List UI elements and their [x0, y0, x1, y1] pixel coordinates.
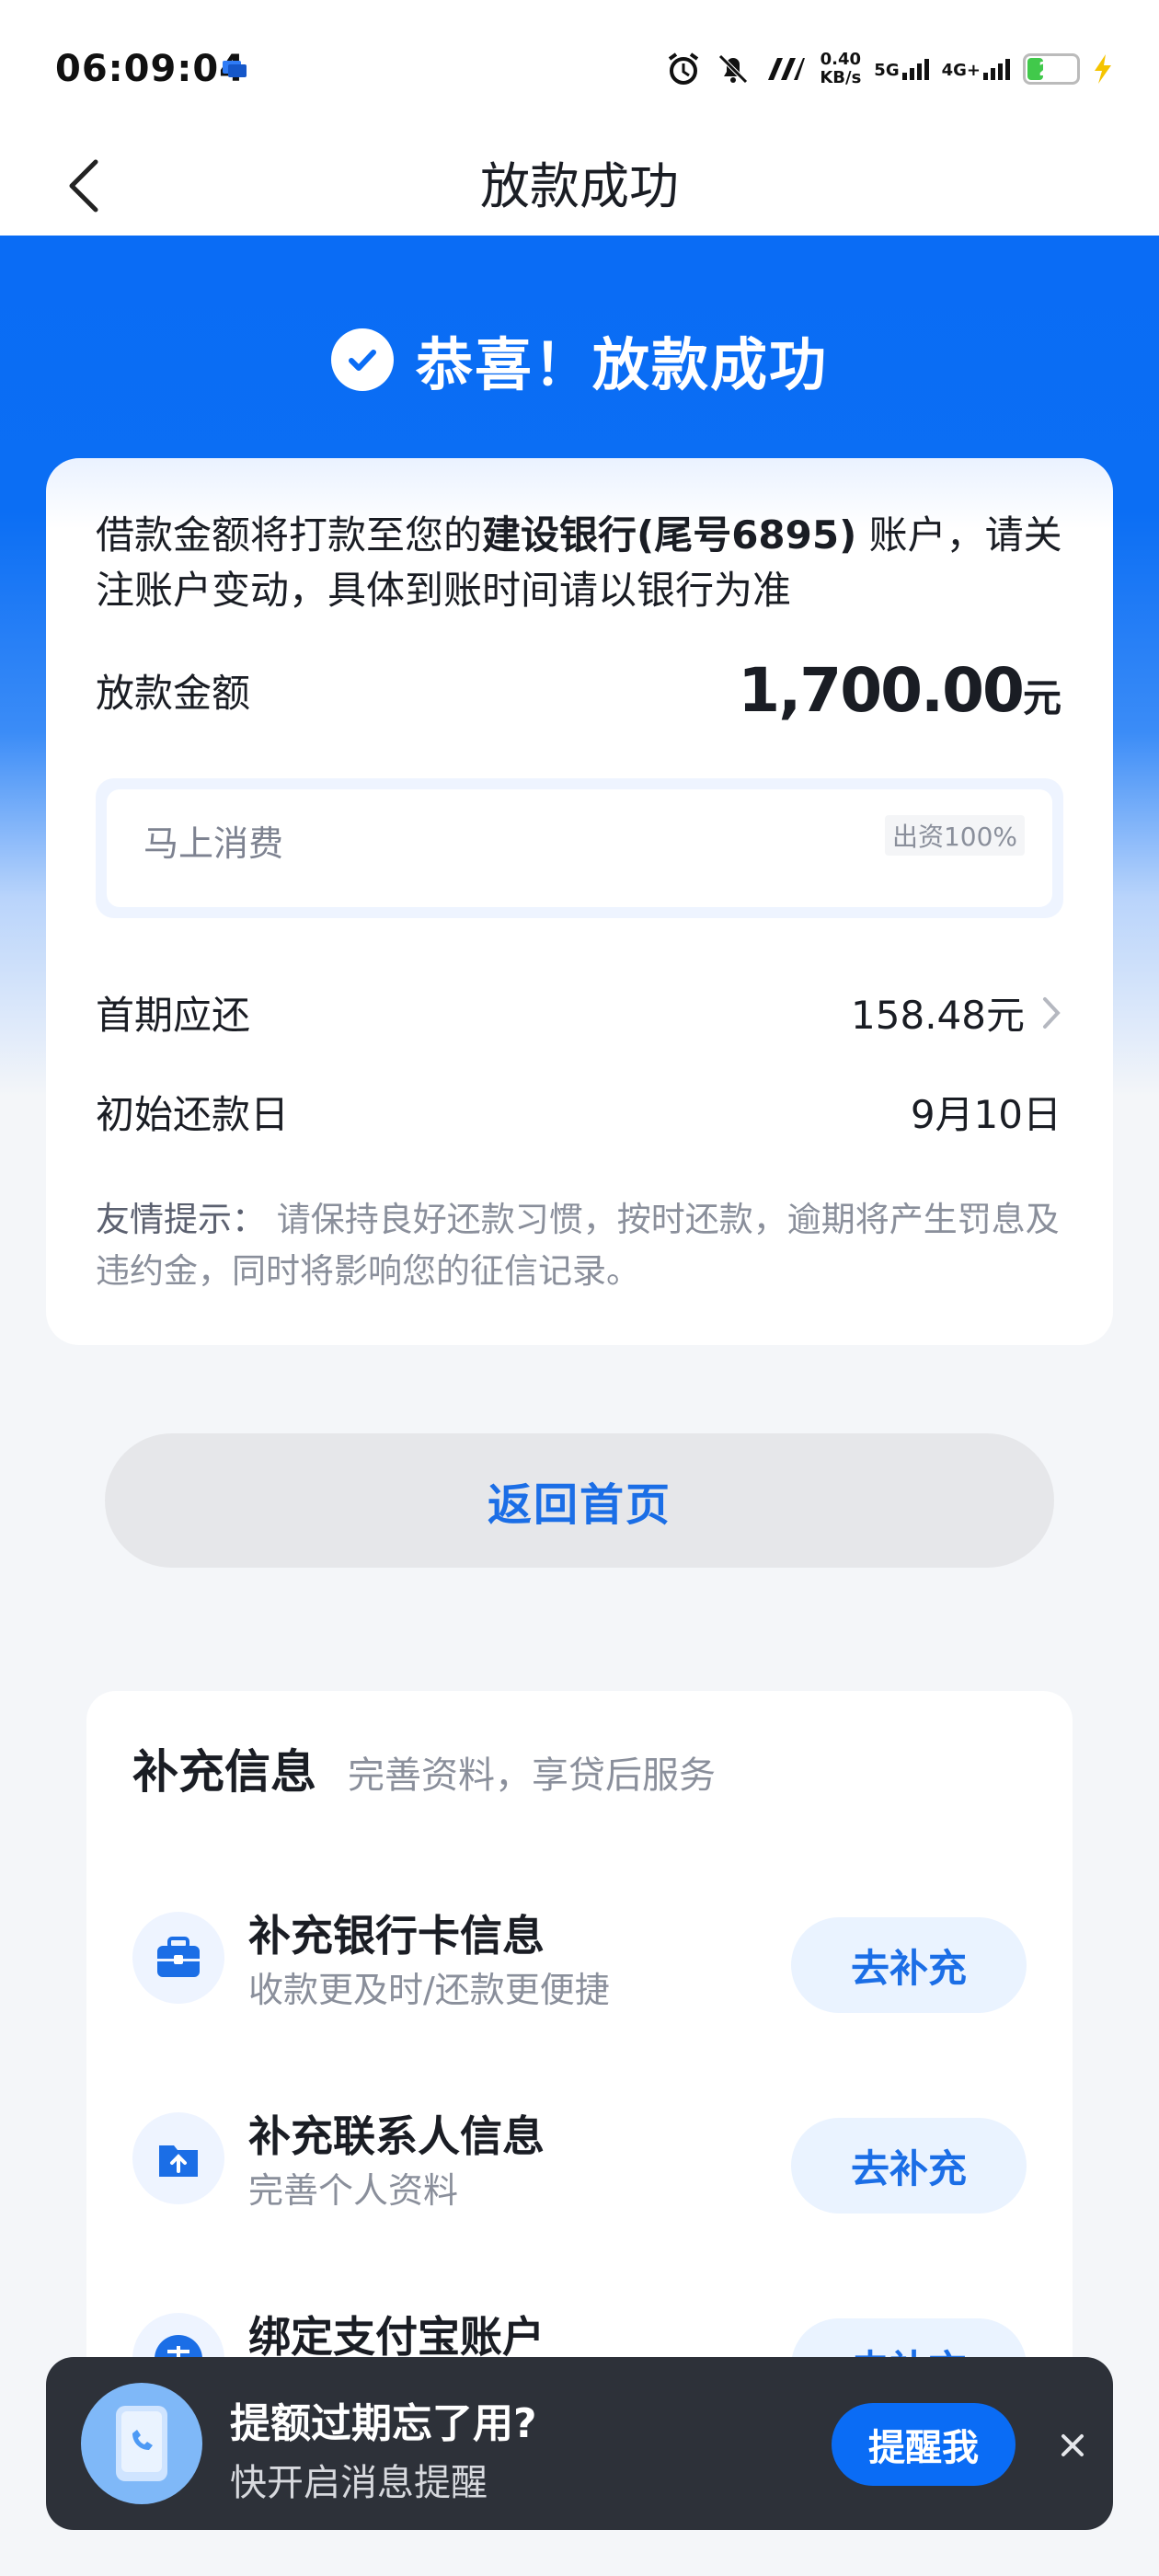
close-icon	[1061, 2434, 1084, 2456]
first-payment-value: 158.48元	[851, 993, 1025, 1038]
supplement-bank-card-button[interactable]: 去补充	[791, 1917, 1027, 2013]
notice-prefix: 借款金额将打款至您的	[96, 512, 483, 558]
notice-bank: 建设银行(尾号6895)	[482, 512, 857, 558]
item-title: 补充联系人信息	[248, 2111, 545, 2161]
friendly-tip: 友情提示： 请保持良好还款习惯，按时还款，逾期将产生罚息及违约金，同时将影响您的…	[96, 1194, 1089, 1297]
funding-badge: 出资100%	[884, 815, 1025, 856]
signal-bars-icon	[901, 58, 929, 80]
supplement-item-contacts: 补充联系人信息 完善个人资料 去补充	[132, 2096, 1027, 2225]
disbursement-notice: 借款金额将打款至您的建设银行(尾号6895) 账户，请关注账户变动，具体到账时间…	[96, 508, 1089, 618]
status-bar: 06:09:04 0.40 KB/s 5G 4G+ 27	[0, 0, 1159, 129]
charging-icon	[1095, 54, 1111, 84]
carrier-logo-icon	[768, 58, 806, 80]
signal-4g-label: 4G+	[941, 60, 981, 80]
item-subtitle: 收款更及时/还款更便捷	[248, 1970, 610, 2010]
page-title: 放款成功	[480, 157, 679, 215]
first-payment-row[interactable]: 首期应还 158.48元	[96, 984, 1061, 1041]
item-title: 补充银行卡信息	[248, 1911, 545, 1961]
success-title: 恭喜！放款成功	[415, 331, 828, 398]
toast-title: 提额过期忘了用?	[230, 2400, 537, 2447]
net-speed: 0.40 KB/s	[820, 51, 861, 87]
tip-label: 友情提示：	[96, 1200, 266, 1239]
message-notification-icon	[223, 61, 247, 77]
amount-unit: 元	[1022, 675, 1061, 720]
supplement-header: 补充信息 完善资料，享贷后服务	[132, 1735, 716, 1801]
battery-icon: 27	[1023, 53, 1080, 85]
reminder-toast: 提额过期忘了用? 快开启消息提醒 提醒我	[46, 2357, 1113, 2530]
first-payment-label: 首期应还	[96, 993, 251, 1038]
item-subtitle: 完善个人资料	[248, 2170, 459, 2211]
success-heading: 恭喜！放款成功	[0, 318, 1159, 401]
return-home-button[interactable]: 返回首页	[105, 1433, 1054, 1568]
lender-name: 马上消费	[143, 823, 284, 864]
first-due-date-row: 初始还款日 9月10日	[96, 1084, 1061, 1140]
check-circle-icon	[330, 328, 394, 391]
item-title: 绑定支付宝账户	[248, 2312, 545, 2362]
alarm-icon	[669, 52, 699, 85]
chevron-right-icon	[1043, 996, 1061, 1029]
supplement-subtitle: 完善资料，享贷后服务	[348, 1754, 716, 1797]
net-speed-value: 0.40	[820, 50, 862, 69]
upload-icon	[132, 2112, 224, 2204]
signal-5g-label: 5G	[874, 60, 900, 80]
signal-5g: 5G	[874, 58, 929, 80]
signal-bars-icon	[983, 58, 1010, 80]
net-speed-unit: KB/s	[820, 68, 862, 87]
briefcase-icon	[132, 1912, 224, 2004]
battery-level: 27	[1039, 58, 1064, 80]
amount-row: 放款金额 1,700.00元	[96, 655, 1061, 726]
phone-reminder-icon	[81, 2383, 202, 2504]
status-icons: 0.40 KB/s 5G 4G+ 27	[665, 46, 1113, 92]
toast-subtitle: 快开启消息提醒	[230, 2462, 488, 2504]
loan-result-card: 借款金额将打款至您的建设银行(尾号6895) 账户，请关注账户变动，具体到账时间…	[46, 458, 1113, 1345]
amount-label: 放款金额	[96, 671, 251, 716]
supplement-contacts-button[interactable]: 去补充	[791, 2118, 1027, 2214]
lender-box: 马上消费 出资100%	[96, 778, 1063, 918]
supplement-title: 补充信息	[132, 1745, 316, 1799]
amount-value-group: 1,700.00元	[738, 655, 1061, 726]
nav-bar: 放款成功	[0, 129, 1159, 236]
close-toast-button[interactable]	[1047, 2420, 1098, 2471]
first-due-date-label: 初始还款日	[96, 1092, 290, 1137]
supplement-item-bank-card: 补充银行卡信息 收款更及时/还款更便捷 去补充	[132, 1895, 1027, 2024]
remind-me-button[interactable]: 提醒我	[832, 2403, 1016, 2486]
status-time: 06:09:04	[55, 48, 246, 90]
amount-value: 1,700.00	[738, 655, 1025, 726]
first-due-date-value: 9月10日	[910, 1092, 1061, 1137]
mute-bell-icon	[718, 54, 749, 84]
signal-4g: 4G+	[941, 58, 1010, 80]
